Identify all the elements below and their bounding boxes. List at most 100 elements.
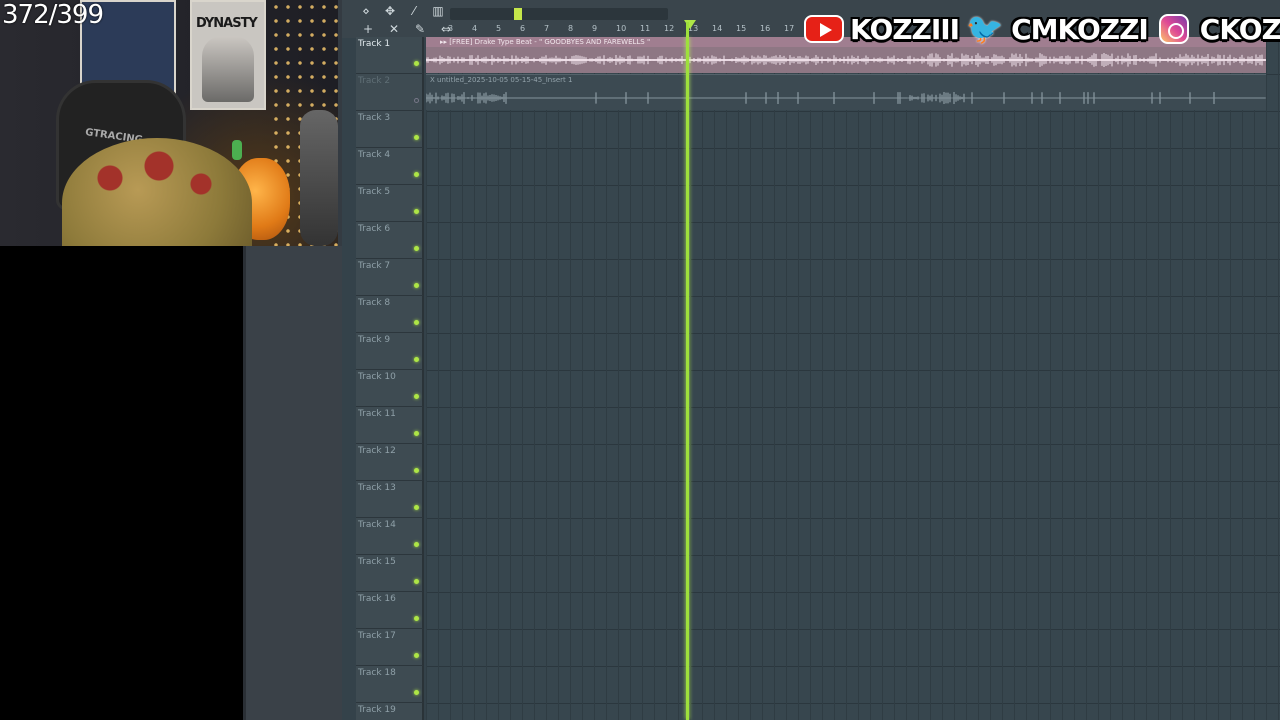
delete-icon[interactable]: ▥ [430, 4, 446, 18]
playlist-window: ⋄ ✥ ⁄ ▥ ⇔ + ✕ ✎ ⇔ 3456789101112131415161… [342, 0, 1280, 720]
mute-led-icon[interactable] [414, 616, 419, 621]
mute-led-icon[interactable] [414, 431, 419, 436]
mute-led-icon[interactable] [414, 61, 419, 66]
ruler-label: 14 [712, 24, 723, 33]
track-name: Track 12 [358, 446, 396, 456]
mute-led-icon[interactable] [414, 246, 419, 251]
track-header[interactable]: Track 12 [356, 444, 424, 481]
track-name: Track 5 [358, 187, 391, 197]
ruler-label: 9 [592, 24, 598, 33]
mute-led-icon[interactable] [414, 98, 419, 103]
scrollbar-thumb[interactable] [514, 8, 522, 20]
mute-led-icon[interactable] [414, 135, 419, 140]
draw-icon[interactable]: ✥ [382, 4, 398, 18]
track-name: Track 11 [358, 409, 396, 419]
track-name: Track 6 [358, 224, 391, 234]
track-header[interactable]: Track 1 [356, 37, 424, 74]
ruler-label: 4 [472, 24, 478, 33]
audio-clip-track2[interactable]: X untitled_2025-10-05 05-15-45_Insert 1 [426, 74, 1266, 110]
social-overlay: KOZZIII 🐦 CMKOZZI CKOZZI [804, 10, 1280, 48]
track-header[interactable]: Track 17 [356, 629, 424, 666]
track-header[interactable]: Track 10 [356, 370, 424, 407]
ruler-label: 15 [736, 24, 747, 33]
mute-led-icon[interactable] [414, 394, 419, 399]
mute-led-icon[interactable] [414, 690, 419, 695]
track-name: Track 7 [358, 261, 391, 271]
track-header[interactable]: Track 2 [356, 74, 424, 111]
track-name: Track 16 [358, 594, 396, 604]
track-header[interactable]: Track 11 [356, 407, 424, 444]
magnet-icon[interactable]: ⋄ [358, 4, 374, 18]
ruler-label: 7 [544, 24, 550, 33]
track-header[interactable]: Track 6 [356, 222, 424, 259]
ruler-label: 12 [664, 24, 675, 33]
track-name: Track 8 [358, 298, 391, 308]
webcam-feed: DYNASTY GTRACING [0, 0, 338, 246]
ruler-label: 11 [640, 24, 651, 33]
track-name: Track 18 [358, 668, 396, 678]
ruler-label: 16 [760, 24, 771, 33]
playlist-grid[interactable]: ▸▸ [FREE] Drake Type Beat - " GOODBYES A… [426, 37, 1280, 720]
ruler-label: 6 [520, 24, 526, 33]
track-header[interactable]: Track 5 [356, 185, 424, 222]
close-icon[interactable]: ✕ [386, 22, 402, 36]
poster-title: DYNASTY [196, 16, 258, 31]
track-name: Track 19 [358, 705, 396, 715]
track-name: Track 3 [358, 113, 391, 123]
mute-led-icon[interactable] [414, 542, 419, 547]
youtube-handle: KOZZIII [850, 12, 960, 46]
mute-led-icon[interactable] [414, 579, 419, 584]
skeleton-decoration [300, 110, 338, 246]
poster-dynasty: DYNASTY [190, 0, 266, 110]
track-name: Track 4 [358, 150, 391, 160]
track-header[interactable]: Track 16 [356, 592, 424, 629]
mute-led-icon[interactable] [414, 505, 419, 510]
horizontal-scrollbar[interactable] [450, 8, 668, 20]
track-name: Track 2 [358, 76, 391, 86]
track-name: Track 9 [358, 335, 391, 345]
track-name: Track 10 [358, 372, 396, 382]
clip-title: X untitled_2025-10-05 05-15-45_Insert 1 [430, 76, 573, 84]
empty-black-area [0, 246, 243, 720]
poster-figure [202, 36, 254, 102]
twitter-icon: 🐦 [966, 11, 1004, 47]
playhead-line[interactable] [686, 37, 689, 720]
clip-waveform [426, 92, 1266, 104]
track-header[interactable]: Track 14 [356, 518, 424, 555]
track-header[interactable]: Track 9 [356, 333, 424, 370]
mute-led-icon[interactable] [414, 468, 419, 473]
youtube-icon [804, 13, 844, 45]
paint-icon[interactable]: ⁄ [406, 4, 422, 18]
ruler-label: 8 [568, 24, 574, 33]
track-header[interactable]: Track 3 [356, 111, 424, 148]
mute-led-icon[interactable] [414, 172, 419, 177]
plus-icon[interactable]: + [360, 22, 376, 36]
mute-led-icon[interactable] [414, 653, 419, 658]
mute-led-icon[interactable] [414, 209, 419, 214]
track-header[interactable]: Track 15 [356, 555, 424, 592]
ruler-label: 3 [448, 24, 454, 33]
track-header[interactable]: Track 4 [356, 148, 424, 185]
track-name: Track 17 [358, 631, 396, 641]
pumpkin-stem [232, 140, 242, 160]
track-header[interactable]: Track 13 [356, 481, 424, 518]
track-header[interactable]: Track 8 [356, 296, 424, 333]
browser-panel[interactable] [243, 246, 342, 720]
track-name: Track 15 [358, 557, 396, 567]
track-header[interactable]: Track 7 [356, 259, 424, 296]
track-header-list: Track 1 Track 2 Track 3 Track 4 Track 5 Track… [356, 37, 424, 720]
clip-title: ▸▸ [FREE] Drake Type Beat - " GOODBYES A… [440, 38, 651, 46]
ruler-label: 17 [784, 24, 795, 33]
clip-waveform [426, 53, 1266, 67]
instagram-handle: CKOZZI [1199, 12, 1280, 46]
viewer-counter: 372/399 [2, 0, 104, 30]
track-header[interactable]: Track 18 [356, 666, 424, 703]
mute-led-icon[interactable] [414, 357, 419, 362]
twitter-handle: CMKOZZI [1011, 12, 1149, 46]
playhead-top[interactable] [686, 22, 689, 37]
track-name: Track 1 [358, 39, 391, 49]
mute-led-icon[interactable] [414, 320, 419, 325]
track-header[interactable]: Track 19 [356, 703, 424, 720]
mute-led-icon[interactable] [414, 283, 419, 288]
ruler-label: 10 [616, 24, 627, 33]
